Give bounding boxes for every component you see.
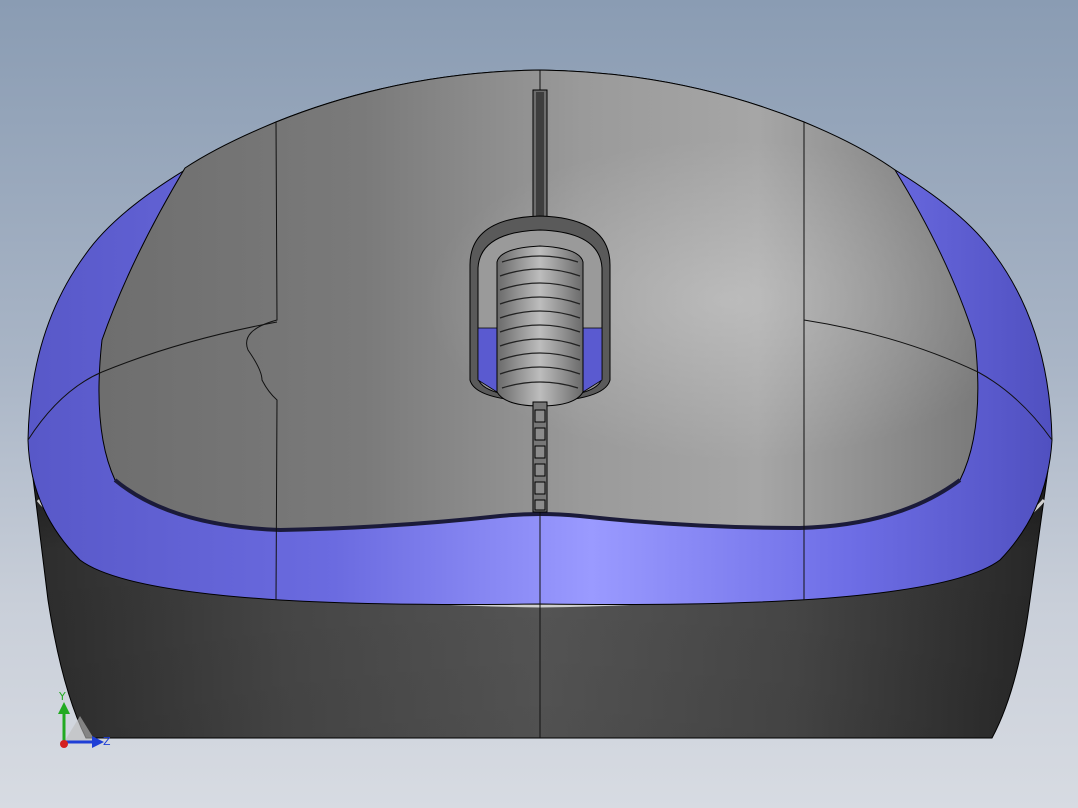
y-axis-label: Y [58,690,66,703]
3d-graphics-viewport[interactable]: Y Z [0,0,1078,808]
x-axis-dot [60,740,68,748]
z-axis-label: Z [103,735,111,748]
mouse-model-render[interactable]: Y Z [0,0,1078,808]
